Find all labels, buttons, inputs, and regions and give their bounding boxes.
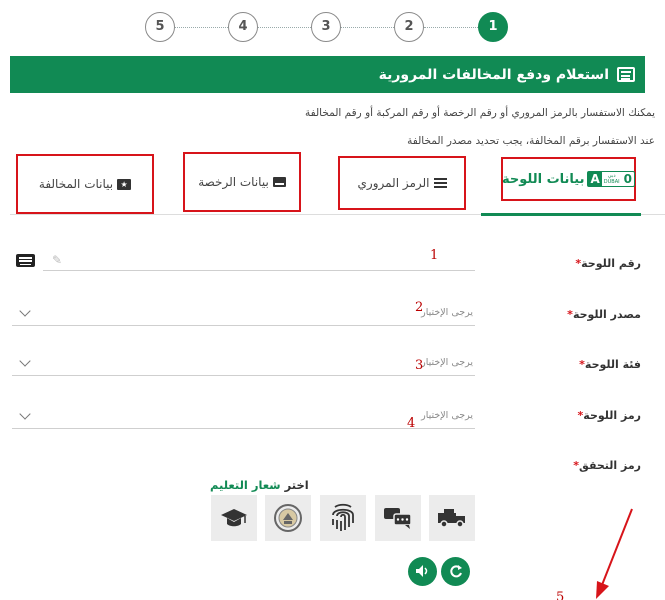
plate-source-label: مصدر اللوحة* xyxy=(567,308,641,321)
annotation-1: 1 xyxy=(430,248,439,263)
stepper-connector xyxy=(258,27,311,28)
captcha-tile-chat[interactable] xyxy=(375,495,421,541)
captcha-tile-fingerprint[interactable] xyxy=(320,495,366,541)
step-3[interactable]: 3 xyxy=(311,12,341,42)
graduation-cap-icon xyxy=(221,509,247,527)
step-1[interactable]: 1 xyxy=(478,12,508,42)
fine-ticket-icon: ★ xyxy=(117,178,132,190)
captcha-prompt: اختر شعار التعليم xyxy=(210,478,309,492)
chevron-down-icon xyxy=(19,355,31,367)
chevron-down-icon xyxy=(19,408,31,420)
annotation-5: 5 xyxy=(556,590,565,600)
annotation-4: 4 xyxy=(407,416,416,431)
captcha-tile-graduation[interactable] xyxy=(211,495,257,541)
audio-icon xyxy=(416,565,428,577)
refresh-icon xyxy=(449,565,462,578)
tab-license-data-label: بيانات الرخصة xyxy=(198,175,269,189)
tab-traffic-code-label: الرمز المروري xyxy=(357,176,430,190)
annotation-2: 2 xyxy=(415,300,424,315)
keyboard-icon[interactable] xyxy=(16,254,35,267)
annotation-arrow xyxy=(596,508,633,599)
fingerprint-icon xyxy=(332,503,354,531)
description-line-2: عند الاستفسار برقم المخالفة، يجب تحديد م… xyxy=(407,135,655,147)
plate-code-placeholder: يرجى الإختيار xyxy=(421,410,473,421)
plate-number-input[interactable] xyxy=(43,270,475,271)
captcha-audio-button[interactable] xyxy=(408,557,437,586)
chevron-down-icon xyxy=(19,305,31,317)
step-2[interactable]: 2 xyxy=(394,12,424,42)
captcha-tile-emblem[interactable] xyxy=(265,495,311,541)
truck-icon xyxy=(438,509,465,528)
progress-stepper: 5 4 3 2 1 xyxy=(145,12,510,42)
page-title: استعلام ودفع المخالفات المرورية xyxy=(378,66,609,83)
plate-category-select[interactable]: يرجى الإختيار xyxy=(12,350,475,376)
plate-number-label: رقم اللوحة* xyxy=(575,257,641,270)
tab-plate-data-label: بيانات اللوحة xyxy=(502,171,585,187)
list-icon xyxy=(433,178,447,188)
tab-plate-data[interactable]: 0 دبي DUBAI A بيانات اللوحة xyxy=(501,157,636,201)
tab-fine-data-label: بيانات المخالفة xyxy=(38,177,114,191)
plate-code-select[interactable]: يرجى الإختيار xyxy=(12,403,475,429)
captcha-refresh-button[interactable] xyxy=(441,557,470,586)
step-5[interactable]: 5 xyxy=(145,12,175,42)
tab-license-data[interactable]: بيانات الرخصة xyxy=(183,152,301,212)
emblem-icon xyxy=(274,504,302,532)
form-window-icon xyxy=(617,67,635,82)
description-line-1: يمكنك الاستفسار بالرمز المروري أو رقم ال… xyxy=(305,107,655,119)
verification-label: رمز التحقق* xyxy=(573,459,641,472)
captcha-tile-truck[interactable] xyxy=(429,495,475,541)
tab-fine-data[interactable]: ★ بيانات المخالفة xyxy=(16,154,154,214)
annotation-3: 3 xyxy=(415,358,424,373)
stepper-connector xyxy=(175,27,230,28)
plate-source-placeholder: يرجى الإختيار xyxy=(421,307,473,318)
stepper-connector xyxy=(340,27,394,28)
plate-category-placeholder: يرجى الإختيار xyxy=(421,357,473,368)
plate-source-select[interactable]: يرجى الإختيار xyxy=(12,300,475,326)
step-4[interactable]: 4 xyxy=(228,12,258,42)
tab-traffic-code[interactable]: الرمز المروري xyxy=(338,156,466,210)
active-tab-indicator xyxy=(481,213,641,216)
license-card-icon xyxy=(272,177,286,187)
search-tabs: 0 دبي DUBAI A بيانات اللوحة الرمز المروري… xyxy=(0,152,665,218)
pencil-icon: ✎ xyxy=(52,253,63,267)
chat-icon xyxy=(384,508,412,529)
page-header: استعلام ودفع المخالفات المرورية xyxy=(10,56,645,93)
plate-category-label: فئة اللوحة* xyxy=(579,358,641,371)
plate-code-label: رمز اللوحة* xyxy=(577,409,641,422)
stepper-connector xyxy=(424,27,478,28)
plate-icon: 0 دبي DUBAI A xyxy=(587,171,635,187)
